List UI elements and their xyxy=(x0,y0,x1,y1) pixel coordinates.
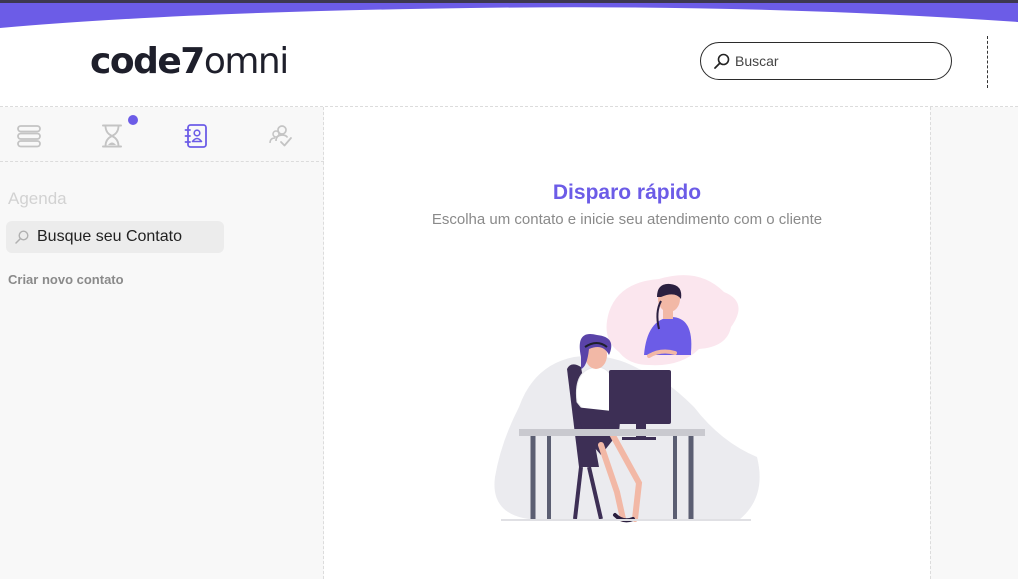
logo-text-light: omni xyxy=(203,41,289,82)
hourglass-icon xyxy=(102,124,122,148)
tab-queue[interactable] xyxy=(14,121,44,151)
tab-contacts[interactable] xyxy=(181,121,211,151)
app-logo[interactable]: code7omni xyxy=(90,41,289,82)
header-divider xyxy=(987,36,988,88)
page-subtitle: Escolha um contato e inicie seu atendime… xyxy=(431,211,823,228)
call-center-agent-illustration xyxy=(494,275,760,523)
right-panel xyxy=(930,107,1018,579)
search-icon xyxy=(714,53,730,69)
tab-waiting[interactable] xyxy=(97,121,127,151)
agenda-title: Agenda xyxy=(8,189,67,208)
user-check-icon xyxy=(269,125,292,147)
main-panel: Disparo rápido Escolha um contato e inic… xyxy=(324,107,930,579)
tab-users[interactable] xyxy=(266,121,296,151)
sidebar: Agenda Criar novo contato xyxy=(0,107,324,579)
sidebar-tabs xyxy=(0,107,324,162)
global-search-box[interactable] xyxy=(700,42,952,80)
notification-dot xyxy=(128,115,138,125)
contact-book-icon xyxy=(184,124,207,148)
app-window: code7omni Buscar Agenda Busque seu Conta… xyxy=(0,0,1018,579)
header-wave-decoration xyxy=(0,0,1018,28)
global-search-input[interactable] xyxy=(735,53,935,69)
stack-icon xyxy=(17,125,41,148)
contact-search-input[interactable] xyxy=(37,228,217,246)
contact-search-box[interactable] xyxy=(6,221,224,253)
create-contact-link[interactable]: Criar novo contato xyxy=(8,272,124,287)
top-header: code7omni xyxy=(0,0,1018,107)
page-title: Disparo rápido xyxy=(552,181,702,204)
search-icon xyxy=(15,230,29,244)
logo-text-bold: code7 xyxy=(90,41,205,82)
